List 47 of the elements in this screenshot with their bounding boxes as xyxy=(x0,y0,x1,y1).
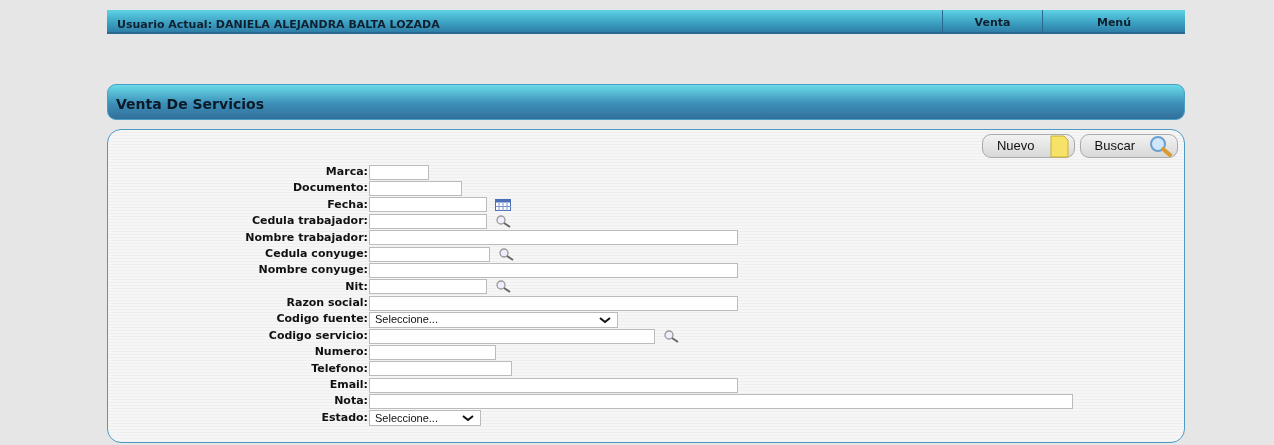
field-label: Nit: xyxy=(344,278,369,295)
dropdown[interactable]: Seleccione... xyxy=(369,311,618,328)
menu-tab[interactable]: Menú xyxy=(1042,10,1185,32)
search-icon[interactable] xyxy=(495,280,511,294)
field-label: Codigo servicio: xyxy=(267,327,369,344)
document-icon[interactable] xyxy=(1048,134,1070,158)
field-label: Numero: xyxy=(313,344,369,361)
field-label: Nota: xyxy=(333,393,369,410)
chevron-icon[interactable] xyxy=(462,414,474,423)
search-icon[interactable] xyxy=(495,214,511,228)
field-label: Marca: xyxy=(324,163,369,180)
field-label: Telefono: xyxy=(310,360,369,377)
search-icon[interactable] xyxy=(498,247,514,261)
input-field[interactable] xyxy=(369,230,738,246)
input-field[interactable] xyxy=(369,279,487,295)
new-button[interactable]: Nuevo xyxy=(981,134,1075,158)
menu-tab[interactable]: Venta xyxy=(942,10,1042,32)
input-field[interactable] xyxy=(369,295,738,311)
input-field[interactable] xyxy=(369,213,487,229)
field-label: Cedula trabajador: xyxy=(250,213,369,230)
field-label: Codigo fuente: xyxy=(275,311,369,328)
input-field[interactable] xyxy=(369,361,512,377)
search-icon[interactable] xyxy=(1149,134,1173,158)
calendar-icon[interactable] xyxy=(495,198,511,211)
input-field[interactable] xyxy=(369,197,487,213)
input-field[interactable] xyxy=(369,164,429,180)
field-label: Estado: xyxy=(320,409,369,426)
field-label: Razon social: xyxy=(285,295,369,312)
search-button[interactable]: Buscar xyxy=(1079,134,1178,158)
chevron-icon[interactable] xyxy=(599,315,611,324)
input-field[interactable] xyxy=(369,377,738,393)
input-field[interactable] xyxy=(369,263,738,279)
input-field[interactable] xyxy=(369,181,462,197)
field-label: Fecha: xyxy=(326,196,369,213)
input-field[interactable] xyxy=(369,328,655,344)
input-field[interactable] xyxy=(369,246,490,262)
dropdown[interactable]: Seleccione... xyxy=(369,410,481,427)
field-label: Email: xyxy=(328,377,369,394)
field-label: Cedula conyuge: xyxy=(264,245,369,262)
field-label: Nombre conyuge: xyxy=(257,262,369,279)
field-label: Nombre trabajador: xyxy=(244,229,369,246)
field-label: Documento: xyxy=(292,180,369,197)
section-header: Venta De Servicios xyxy=(107,84,1185,120)
input-field[interactable] xyxy=(369,394,1073,410)
search-icon[interactable] xyxy=(663,329,679,343)
current-user: Usuario Actual: DANIELA ALEJANDRA BALTA LOZADA xyxy=(116,17,441,32)
input-field[interactable] xyxy=(369,345,496,360)
